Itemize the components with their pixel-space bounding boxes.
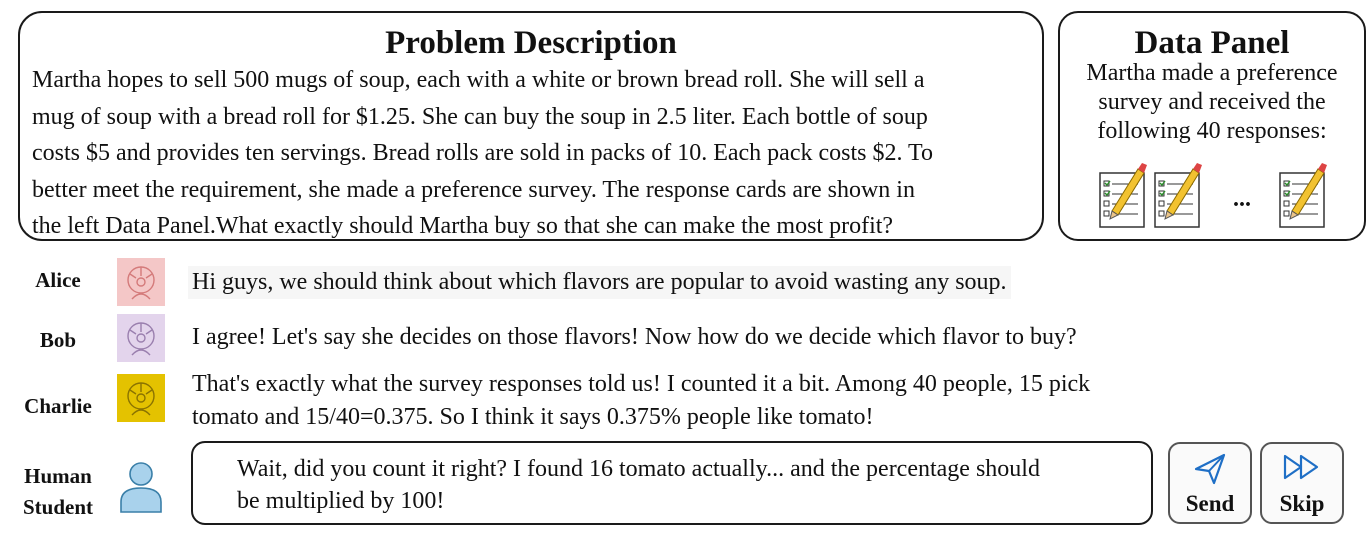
data-panel-line: survey and received the	[1098, 89, 1326, 115]
speaker-name-line: Human	[24, 464, 92, 488]
chat-message-alice: Hi guys, we should think about which fla…	[188, 266, 1011, 299]
speaker-name-human-student: Human Student	[13, 461, 103, 523]
chat-message-charlie: That's exactly what the survey responses…	[192, 368, 1090, 434]
survey-card-icon[interactable]	[1153, 159, 1205, 234]
data-panel-text: Martha made a preference survey and rece…	[1066, 59, 1358, 146]
skip-button[interactable]: Skip	[1260, 442, 1344, 524]
reply-line: be multiplied by 100!	[237, 488, 445, 514]
problem-line: the left Data Panel.What exactly should …	[32, 213, 894, 239]
ai-agent-avatar-icon	[117, 258, 165, 306]
problem-description-panel: Problem Description Martha hopes to sell…	[18, 11, 1044, 241]
reply-line: Wait, did you count it right? I found 16…	[237, 456, 1040, 482]
data-panel: Data Panel Martha made a preference surv…	[1058, 11, 1366, 241]
problem-line: better meet the requirement, she made a …	[32, 176, 915, 203]
send-label: Send	[1185, 491, 1235, 516]
user-avatar-icon	[117, 460, 165, 514]
problem-text: Martha hopes to sell 500 mugs of soup, e…	[32, 62, 1028, 245]
skip-label: Skip	[1279, 491, 1325, 516]
problem-line: Martha hopes to sell 500 mugs of soup, e…	[32, 67, 925, 93]
ai-agent-avatar-icon	[117, 374, 165, 422]
data-panel-title: Data Panel	[1134, 25, 1290, 61]
problem-line: costs $5 and provides ten servings. Brea…	[32, 140, 934, 166]
chat-message-line: That's exactly what the survey responses…	[192, 371, 1091, 397]
reply-text[interactable]: Wait, did you count it right? I found 16…	[237, 453, 1131, 517]
survey-card-icon[interactable]	[1278, 159, 1330, 234]
data-panel-line: Martha made a preference	[1086, 60, 1338, 86]
chat-message-bob: I agree! Let's say she decides on those …	[192, 324, 1077, 350]
problem-title: Problem Description	[385, 25, 677, 61]
problem-line: mug of soup with a bread roll for $1.25.…	[32, 103, 928, 130]
data-panel-line: following 40 responses:	[1097, 118, 1327, 144]
speaker-name-alice: Alice	[35, 268, 81, 292]
speaker-name-charlie: Charlie	[24, 394, 92, 418]
speaker-name-bob: Bob	[39, 328, 77, 352]
send-icon	[1170, 452, 1250, 486]
survey-card-icon[interactable]	[1098, 159, 1150, 234]
more-cards-ellipsis: ...	[1233, 186, 1251, 212]
response-cards: ...	[1098, 159, 1338, 229]
skip-icon	[1262, 452, 1342, 486]
speaker-name-line: Student	[22, 495, 94, 519]
send-button[interactable]: Send	[1168, 442, 1252, 524]
ai-agent-avatar-icon	[117, 314, 165, 362]
chat-message-line: tomato and 15/40=0.375. So I think it sa…	[192, 404, 874, 430]
reply-input[interactable]: Wait, did you count it right? I found 16…	[191, 441, 1153, 525]
